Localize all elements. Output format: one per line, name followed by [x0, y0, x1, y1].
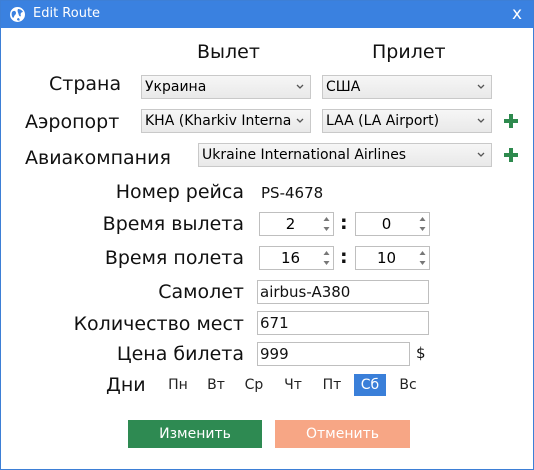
day-toggle[interactable]: Ср — [238, 374, 270, 396]
day-toggle[interactable]: Сб — [354, 374, 386, 396]
close-button[interactable]: x — [507, 3, 527, 25]
airline-value: Ukraine International Airlines — [202, 147, 407, 163]
chevron-down-icon — [476, 147, 486, 163]
seats-label: Количество мест — [73, 313, 244, 335]
departure-minutes-stepper[interactable]: 0 — [355, 212, 430, 236]
add-airline-plus-icon[interactable] — [503, 147, 519, 163]
departure-time-separator: : — [340, 212, 348, 234]
flight-minutes-stepper[interactable]: 10 — [355, 246, 430, 270]
airport-label: Аэропорт — [25, 111, 120, 133]
spinner-arrows-icon[interactable] — [418, 215, 427, 233]
flight-hours-value: 16 — [280, 249, 301, 267]
aircraft-input[interactable]: airbus-A380 — [257, 280, 429, 304]
day-toggle[interactable]: Чт — [277, 374, 309, 396]
airport-to-value: LAA (LA Airport) — [326, 113, 440, 129]
day-toggle[interactable]: Пт — [316, 374, 348, 396]
chevron-down-icon — [295, 113, 305, 129]
day-toggle[interactable]: Пн — [162, 374, 194, 396]
spinner-arrows-icon[interactable] — [418, 249, 427, 267]
departure-minutes-value: 0 — [381, 215, 392, 233]
arrival-column-header: Прилет — [372, 41, 446, 63]
currency-symbol: $ — [416, 344, 426, 362]
flight-number-value: PS-4678 — [261, 184, 324, 202]
globe-icon — [9, 6, 26, 23]
cancel-button[interactable]: Отменить — [275, 420, 410, 448]
airport-to-select[interactable]: LAA (LA Airport) — [322, 109, 492, 133]
chevron-down-icon — [295, 79, 305, 95]
airline-label: Авиакомпания — [25, 147, 171, 169]
aircraft-label: Самолет — [158, 281, 244, 303]
price-input[interactable]: 999 — [257, 342, 410, 366]
departure-time-label: Время вылета — [102, 213, 244, 235]
flight-number-label: Номер рейса — [115, 181, 244, 203]
departure-hours-stepper[interactable]: 2 — [259, 212, 334, 236]
spinner-arrows-icon[interactable] — [322, 215, 331, 233]
price-label: Цена билета — [116, 343, 244, 365]
window-title: Edit Route — [33, 6, 101, 21]
country-from-select[interactable]: Украина — [141, 75, 311, 99]
country-to-select[interactable]: США — [322, 75, 492, 99]
chevron-down-icon — [476, 113, 486, 129]
airport-from-value: KHA (Kharkiv Interna — [145, 113, 292, 129]
save-button[interactable]: Изменить — [128, 420, 262, 448]
airline-select[interactable]: Ukraine International Airlines — [198, 143, 492, 167]
chevron-down-icon — [476, 79, 486, 95]
spinner-arrows-icon[interactable] — [322, 249, 331, 267]
day-toggle[interactable]: Вс — [392, 374, 424, 396]
edit-route-window: Edit Route x Вылет Прилет Страна Украина… — [0, 0, 534, 470]
departure-column-header: Вылет — [197, 41, 260, 63]
country-label: Страна — [49, 73, 122, 95]
country-from-value: Украина — [145, 79, 207, 95]
flight-minutes-value: 10 — [376, 249, 397, 267]
departure-hours-value: 2 — [285, 215, 296, 233]
seats-input[interactable]: 671 — [257, 311, 429, 335]
country-to-value: США — [326, 79, 361, 95]
flight-time-label: Время полета — [104, 247, 244, 269]
title-bar: Edit Route x — [1, 1, 533, 28]
days-label: Дни — [106, 374, 146, 396]
add-airport-plus-icon[interactable] — [503, 113, 519, 129]
flight-hours-stepper[interactable]: 16 — [259, 246, 334, 270]
flight-time-separator: : — [340, 246, 348, 268]
day-toggle[interactable]: Вт — [200, 374, 232, 396]
airport-from-select[interactable]: KHA (Kharkiv Interna — [141, 109, 311, 133]
